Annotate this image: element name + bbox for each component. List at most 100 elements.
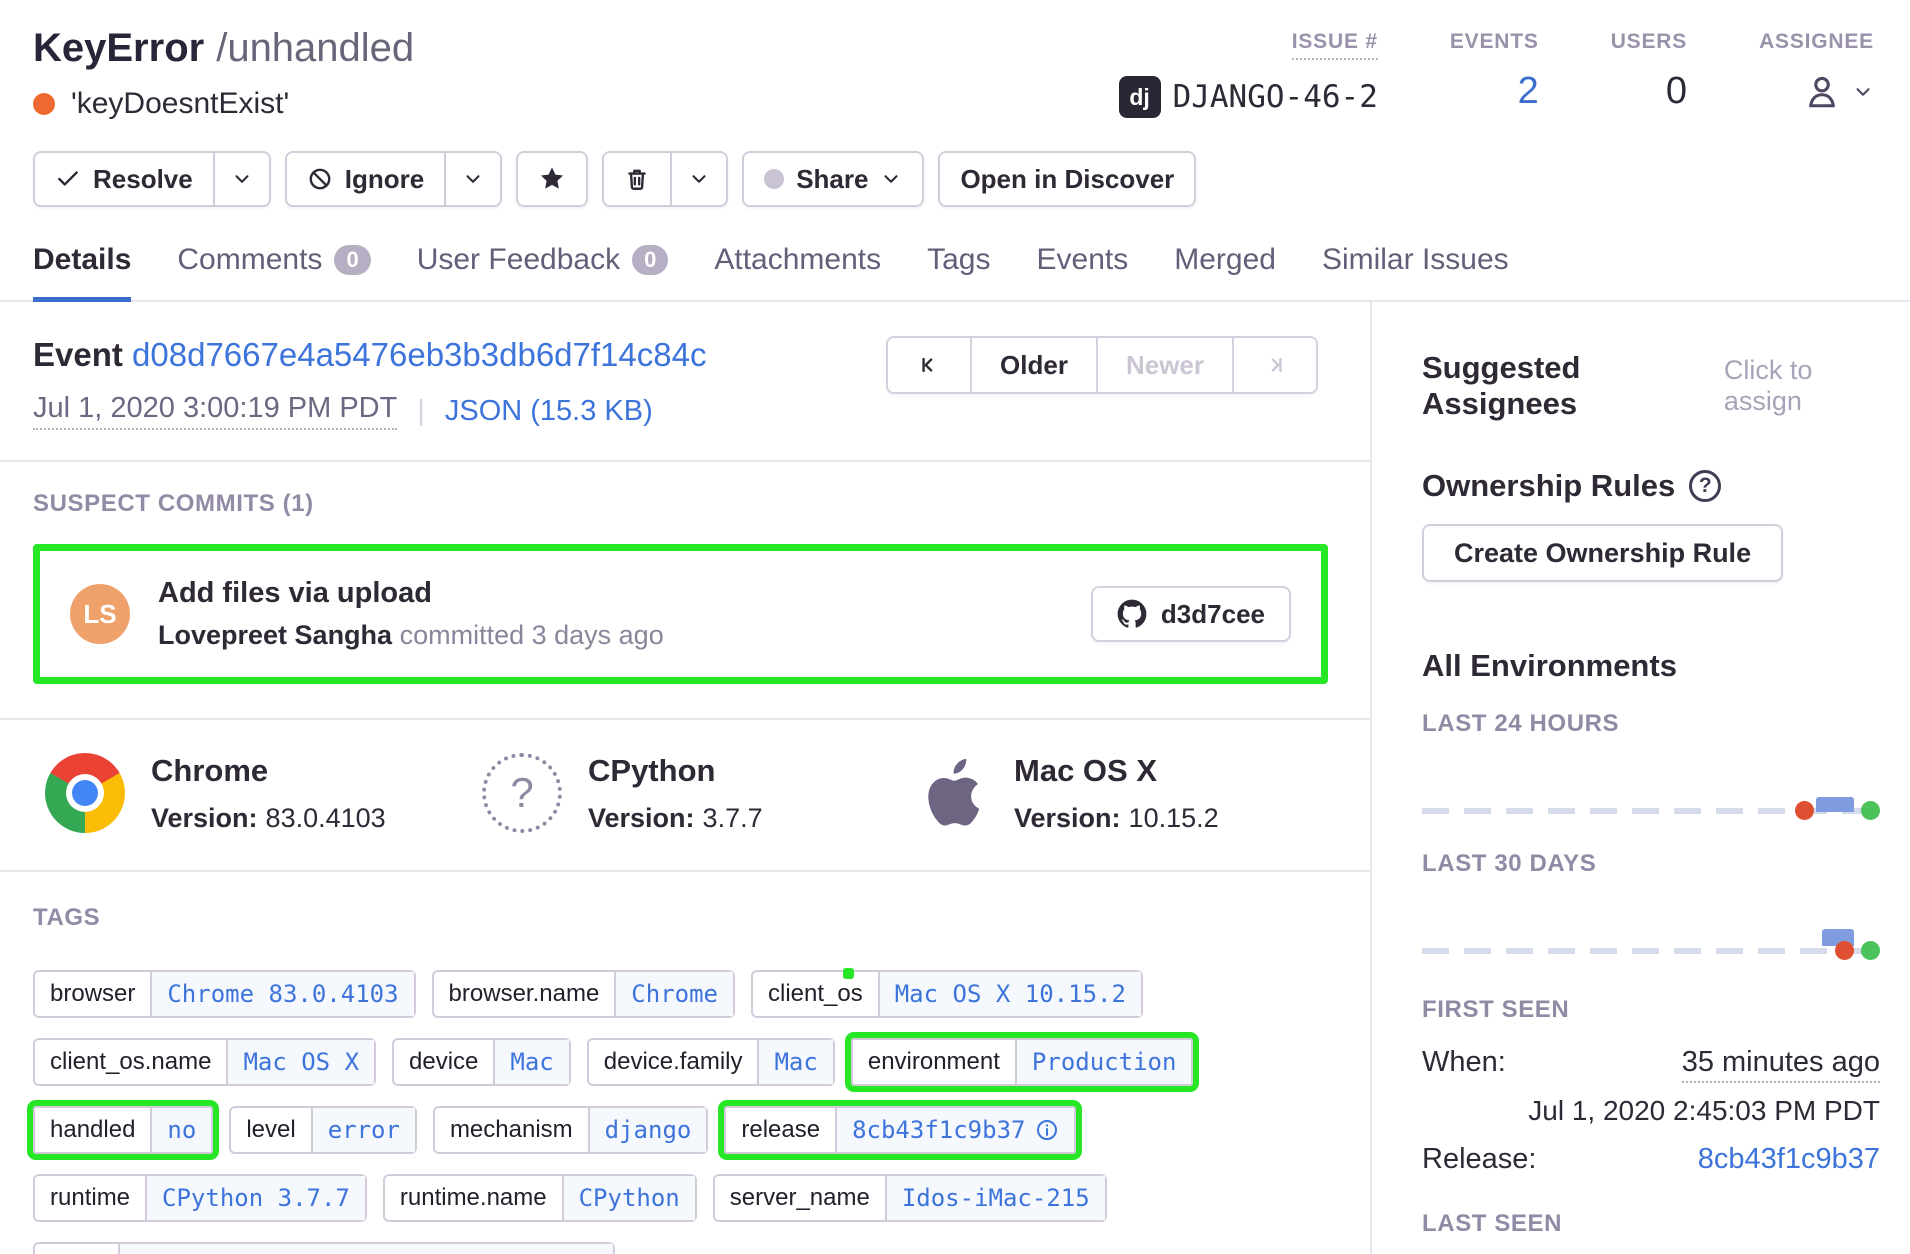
- tag-pill-level: levelerror: [229, 1106, 417, 1154]
- open-in-discover-button[interactable]: Open in Discover: [940, 153, 1194, 205]
- tag-value-link[interactable]: error: [311, 1108, 415, 1152]
- tag-value-link[interactable]: Idos-iMac-215: [885, 1176, 1105, 1220]
- tag-value-link[interactable]: e8c87ba1dc494bb2a4346bcfbf7b1b06: [118, 1244, 612, 1254]
- tag-value-link[interactable]: no: [150, 1108, 211, 1152]
- tag-value-link[interactable]: 8cb43f1c9b37: [835, 1108, 1074, 1152]
- users-label: USERS: [1611, 30, 1687, 54]
- first-event-button[interactable]: [888, 338, 970, 392]
- tag-pill-handled: handledno: [33, 1106, 213, 1154]
- stat-users: USERS 0: [1611, 26, 1687, 121]
- context-os: Mac OS X Version:10.15.2: [912, 750, 1219, 836]
- context-browser: Chrome Version:83.0.4103: [45, 750, 482, 836]
- tag-value-link[interactable]: Mac OS X 10.15.2: [878, 972, 1141, 1016]
- tag-key: level: [231, 1108, 310, 1152]
- info-icon: [1035, 1118, 1059, 1142]
- version-value: 10.15.2: [1129, 803, 1219, 833]
- commit-title: Add files via upload: [158, 577, 1063, 610]
- delete-button[interactable]: [604, 153, 670, 205]
- tag-value-link[interactable]: Chrome 83.0.4103: [150, 972, 413, 1016]
- skip-last-button[interactable]: [1232, 338, 1316, 392]
- tag-pill-browser.name: browser.nameChrome: [432, 970, 735, 1018]
- tab-label: Merged: [1174, 243, 1276, 277]
- tag-value-link[interactable]: CPython: [562, 1176, 695, 1220]
- issue-culprit: /unhandled: [216, 26, 414, 70]
- tab-label: Events: [1037, 243, 1129, 277]
- tab-tags[interactable]: Tags: [927, 243, 990, 302]
- tab-user-feedback[interactable]: User Feedback0: [417, 243, 669, 302]
- tag-value-link[interactable]: Production: [1015, 1040, 1192, 1084]
- event-bar[interactable]: [1816, 797, 1854, 812]
- commit-sha-button[interactable]: d3d7cee: [1091, 586, 1291, 642]
- delete-dropdown-button[interactable]: [670, 153, 726, 205]
- chevron-down-icon: [462, 168, 484, 190]
- tab-label: Comments: [177, 243, 322, 277]
- error-level-dot: [33, 93, 55, 115]
- bookmark-button[interactable]: [518, 153, 586, 205]
- tag-key: device: [394, 1040, 493, 1084]
- tab-comments[interactable]: Comments0: [177, 243, 370, 302]
- tag-pill-release: release8cb43f1c9b37: [724, 1106, 1076, 1154]
- issue-short-id[interactable]: dj DJANGO-46-2: [1119, 76, 1378, 118]
- version-label: Version:: [1014, 803, 1121, 833]
- share-status-dot-icon: [764, 169, 784, 189]
- action-bar: Resolve Ignore Share: [0, 121, 1910, 207]
- tab-events[interactable]: Events: [1037, 243, 1129, 302]
- release-marker-red[interactable]: [1835, 941, 1854, 960]
- tab-similar-issues[interactable]: Similar Issues: [1322, 243, 1509, 302]
- tag-key: client_os: [753, 972, 878, 1016]
- tab-attachments[interactable]: Attachments: [714, 243, 881, 302]
- newer-event-button[interactable]: Newer: [1096, 338, 1232, 392]
- event-label: Event: [33, 336, 123, 373]
- tag-value-link[interactable]: Mac OS X: [226, 1040, 374, 1084]
- assignee-dropdown[interactable]: [1800, 70, 1874, 114]
- tag-value-link[interactable]: Chrome: [614, 972, 733, 1016]
- tab-merged[interactable]: Merged: [1174, 243, 1276, 302]
- tag-value-link[interactable]: django: [588, 1108, 707, 1152]
- tab-details[interactable]: Details: [33, 243, 131, 302]
- help-icon[interactable]: ?: [1689, 470, 1721, 502]
- ignore-button[interactable]: Ignore: [287, 153, 444, 205]
- event-pagination: Older Newer: [886, 336, 1318, 394]
- version-label: Version:: [588, 803, 695, 833]
- sparkline-axis: [1422, 948, 1880, 954]
- github-icon: [1117, 599, 1147, 629]
- tag-key: runtime: [35, 1176, 145, 1220]
- tags-list: browserChrome 83.0.4103browser.nameChrom…: [33, 970, 1363, 1254]
- share-button[interactable]: Share: [744, 153, 922, 205]
- tag-value-link[interactable]: CPython 3.7.7: [145, 1176, 365, 1220]
- event-contexts-section: Chrome Version:83.0.4103 ? CPython Versi…: [0, 720, 1370, 872]
- apple-icon: [912, 750, 988, 836]
- older-event-button[interactable]: Older: [970, 338, 1096, 392]
- release-marker-red[interactable]: [1795, 801, 1814, 820]
- tag-value-link[interactable]: Mac: [493, 1040, 568, 1084]
- last-seen-heading: LAST SEEN: [1422, 1210, 1880, 1238]
- ignore-dropdown-button[interactable]: [444, 153, 500, 205]
- first-seen-absolute: Jul 1, 2020 2:45:03 PM PDT: [1422, 1095, 1880, 1127]
- first-seen-relative: 35 minutes ago: [1682, 1046, 1880, 1083]
- event-header-section: Event d08d7667e4a5476eb3b3db6d7f14c84c J…: [0, 302, 1370, 462]
- tag-key: runtime.name: [385, 1176, 562, 1220]
- tag-pill-server_name: server_nameIdos-iMac-215: [713, 1174, 1107, 1222]
- first-seen-release-link[interactable]: 8cb43f1c9b37: [1698, 1143, 1880, 1175]
- create-ownership-rule-button[interactable]: Create Ownership Rule: [1422, 524, 1783, 582]
- tag-key: client_os.name: [35, 1040, 226, 1084]
- commit-meta-text: committed 3 days ago: [400, 620, 664, 650]
- events-count[interactable]: 2: [1518, 70, 1539, 113]
- event-id-link[interactable]: d08d7667e4a5476eb3b3db6d7f14c84c: [132, 336, 706, 373]
- event-date: Jul 1, 2020 3:00:19 PM PDT: [33, 392, 397, 430]
- resolve-button[interactable]: Resolve: [35, 153, 213, 205]
- tab-label: Details: [33, 243, 131, 277]
- event-json-link[interactable]: JSON (15.3 KB): [445, 395, 653, 428]
- context-runtime: ? CPython Version:3.7.7: [482, 750, 912, 836]
- all-environments-title: All Environments: [1422, 648, 1880, 684]
- release-marker-green[interactable]: [1861, 941, 1880, 960]
- users-count[interactable]: 0: [1666, 70, 1687, 113]
- ownership-rules-title: Ownership Rules: [1422, 468, 1675, 504]
- resolve-dropdown-button[interactable]: [213, 153, 269, 205]
- divider: |: [417, 395, 425, 428]
- tag-key: handled: [35, 1108, 150, 1152]
- version-value: 3.7.7: [703, 803, 763, 833]
- check-icon: [55, 166, 81, 192]
- tag-value-link[interactable]: Mac: [757, 1040, 832, 1084]
- release-marker-green[interactable]: [1861, 801, 1880, 820]
